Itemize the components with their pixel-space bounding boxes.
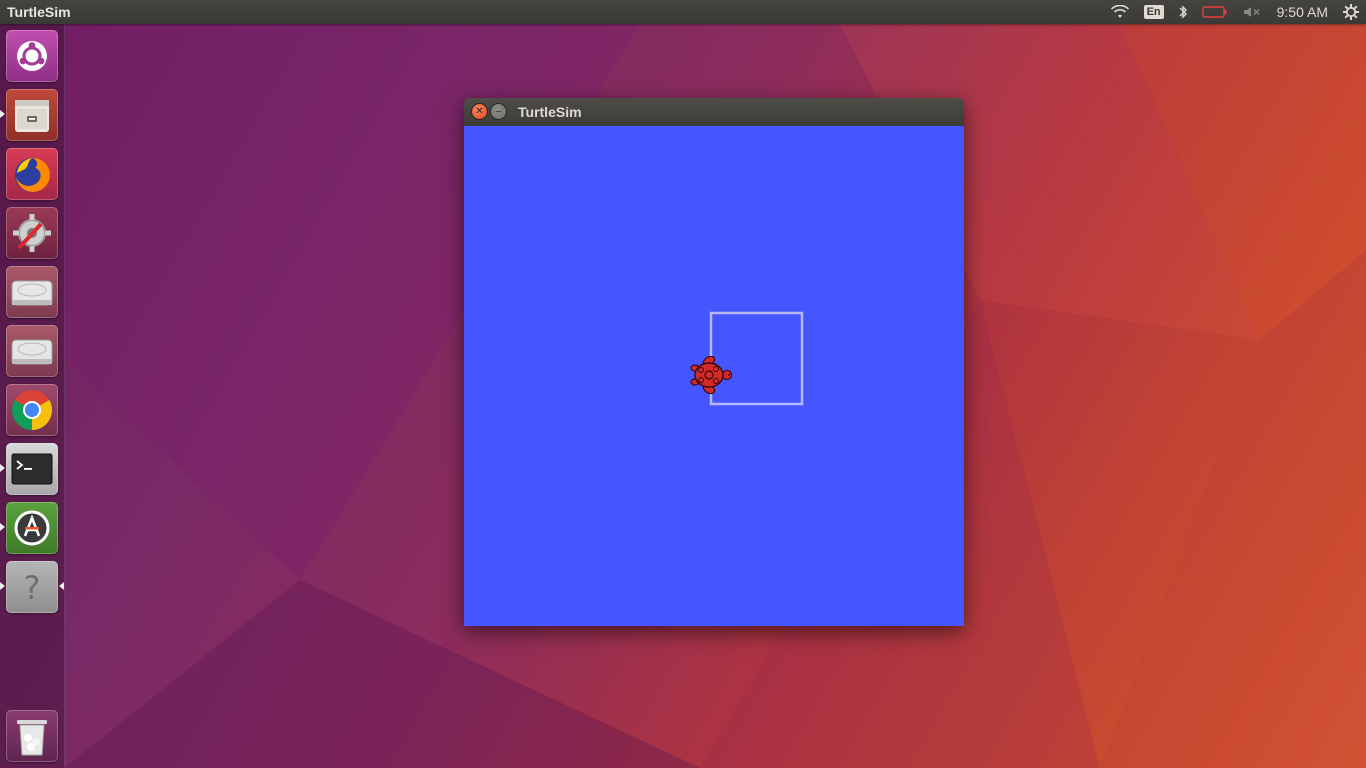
turtle-icon xyxy=(690,355,733,395)
top-panel: TurtleSim En 9:50 AM xyxy=(0,0,1366,24)
launcher-item-trash[interactable] xyxy=(6,710,58,762)
sound-muted-icon[interactable] xyxy=(1235,0,1269,24)
keyboard-language-indicator[interactable]: En xyxy=(1137,0,1171,24)
system-settings-icon xyxy=(13,214,51,252)
wifi-icon[interactable] xyxy=(1103,0,1137,24)
battery-icon[interactable] xyxy=(1195,0,1235,24)
launcher-item-terminal[interactable] xyxy=(6,443,58,495)
firefox-icon xyxy=(15,157,50,192)
launcher-item-drive-2[interactable] xyxy=(6,325,58,377)
terminal-icon xyxy=(11,453,53,485)
turtle-drawing xyxy=(690,311,804,406)
window-titlebar[interactable]: ✕ – TurtleSim xyxy=(464,98,964,126)
window-title: TurtleSim xyxy=(518,104,582,120)
launcher-item-system-settings[interactable] xyxy=(6,207,58,259)
chrome-icon xyxy=(12,390,52,430)
session-gear-icon[interactable] xyxy=(1338,0,1366,24)
app-title: TurtleSim xyxy=(7,4,71,20)
close-icon: ✕ xyxy=(475,105,484,117)
svg-text:?: ? xyxy=(24,569,41,605)
drive-icon xyxy=(11,280,53,306)
minimize-button[interactable]: – xyxy=(491,104,506,119)
indicator-area: En 9:50 AM xyxy=(1103,0,1366,24)
software-updater-icon xyxy=(14,510,50,546)
launcher-item-firefox[interactable] xyxy=(6,148,58,200)
minimize-icon: – xyxy=(495,105,502,117)
turtlesim-window: ✕ – TurtleSim xyxy=(464,98,964,626)
language-label: En xyxy=(1143,5,1164,19)
launcher: ? xyxy=(0,24,65,768)
launcher-item-dash[interactable] xyxy=(6,30,58,82)
turtle-canvas[interactable] xyxy=(464,126,964,626)
close-button[interactable]: ✕ xyxy=(472,104,487,119)
files-icon xyxy=(15,100,49,132)
drive-icon xyxy=(11,339,53,365)
launcher-item-files[interactable] xyxy=(6,89,58,141)
launcher-item-drive-1[interactable] xyxy=(6,266,58,318)
bluetooth-icon[interactable] xyxy=(1171,0,1195,24)
clock[interactable]: 9:50 AM xyxy=(1269,0,1338,24)
help-icon: ? xyxy=(24,569,41,605)
pen-trail-square xyxy=(709,311,804,406)
launcher-item-help[interactable]: ? xyxy=(6,561,58,613)
launcher-item-chrome[interactable] xyxy=(6,384,58,436)
launcher-item-software-updater[interactable] xyxy=(6,502,58,554)
ubuntu-dash-icon xyxy=(17,41,47,71)
trash-icon xyxy=(17,720,47,756)
